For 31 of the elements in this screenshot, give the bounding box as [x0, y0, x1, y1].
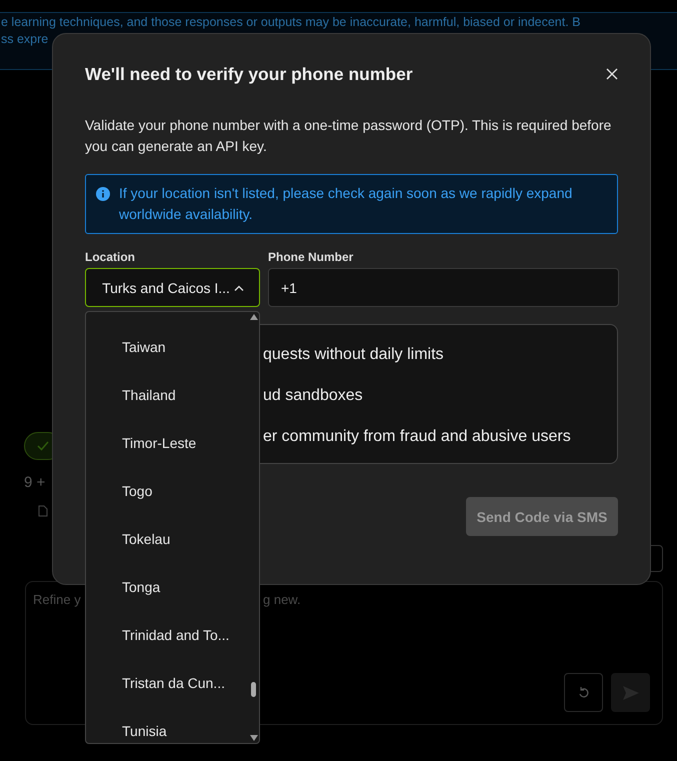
country-option[interactable]: Tristan da Cun... [86, 659, 249, 707]
country-option[interactable]: Tokelau [86, 515, 249, 563]
country-option[interactable]: Trinidad and To... [86, 611, 249, 659]
scroll-down-arrow-icon[interactable] [250, 735, 258, 741]
prompt-placeholder: g new. [263, 592, 301, 607]
benefit-text: er community from fraud and abusive users [263, 427, 572, 447]
dialog-title: We'll need to verify your phone number [85, 64, 413, 85]
response-text: 9 + [24, 474, 46, 491]
benefit-text: ud sandboxes [263, 386, 364, 406]
benefit-text: quests without daily limits [263, 345, 445, 365]
location-label: Location [85, 250, 136, 264]
location-select[interactable]: Turks and Caicos I... [85, 268, 260, 307]
scroll-up-arrow-icon[interactable] [250, 314, 258, 320]
country-option[interactable]: Thailand [86, 371, 249, 419]
refresh-icon [578, 686, 590, 698]
banner-text: ss expre [1, 31, 48, 48]
dialog-description: Validate your phone number with a one-time password (OTP). This is required before you can generate an API key. [85, 116, 612, 156]
scrollbar-thumb[interactable] [251, 682, 256, 697]
banner-text: e learning techniques, and those responses or outputs may be inaccurate, harmful, biased or indecent. B [1, 14, 581, 31]
check-icon [37, 441, 49, 451]
country-option[interactable]: Togo [86, 467, 249, 515]
chevron-up-icon [234, 284, 244, 290]
country-option[interactable]: Timor-Leste [86, 419, 249, 467]
prompt-placeholder: Refine y [33, 592, 81, 607]
phone-number-label: Phone Number [268, 250, 354, 264]
notice-text: If your location isn't listed, please check again soon as we rapidly expand worldwide availability. [119, 184, 574, 224]
phone-number-field[interactable]: +1 [268, 268, 619, 307]
close-button[interactable] [606, 68, 620, 82]
country-option[interactable]: Taiwan [86, 323, 249, 371]
close-icon [606, 68, 618, 80]
info-icon [96, 187, 110, 201]
